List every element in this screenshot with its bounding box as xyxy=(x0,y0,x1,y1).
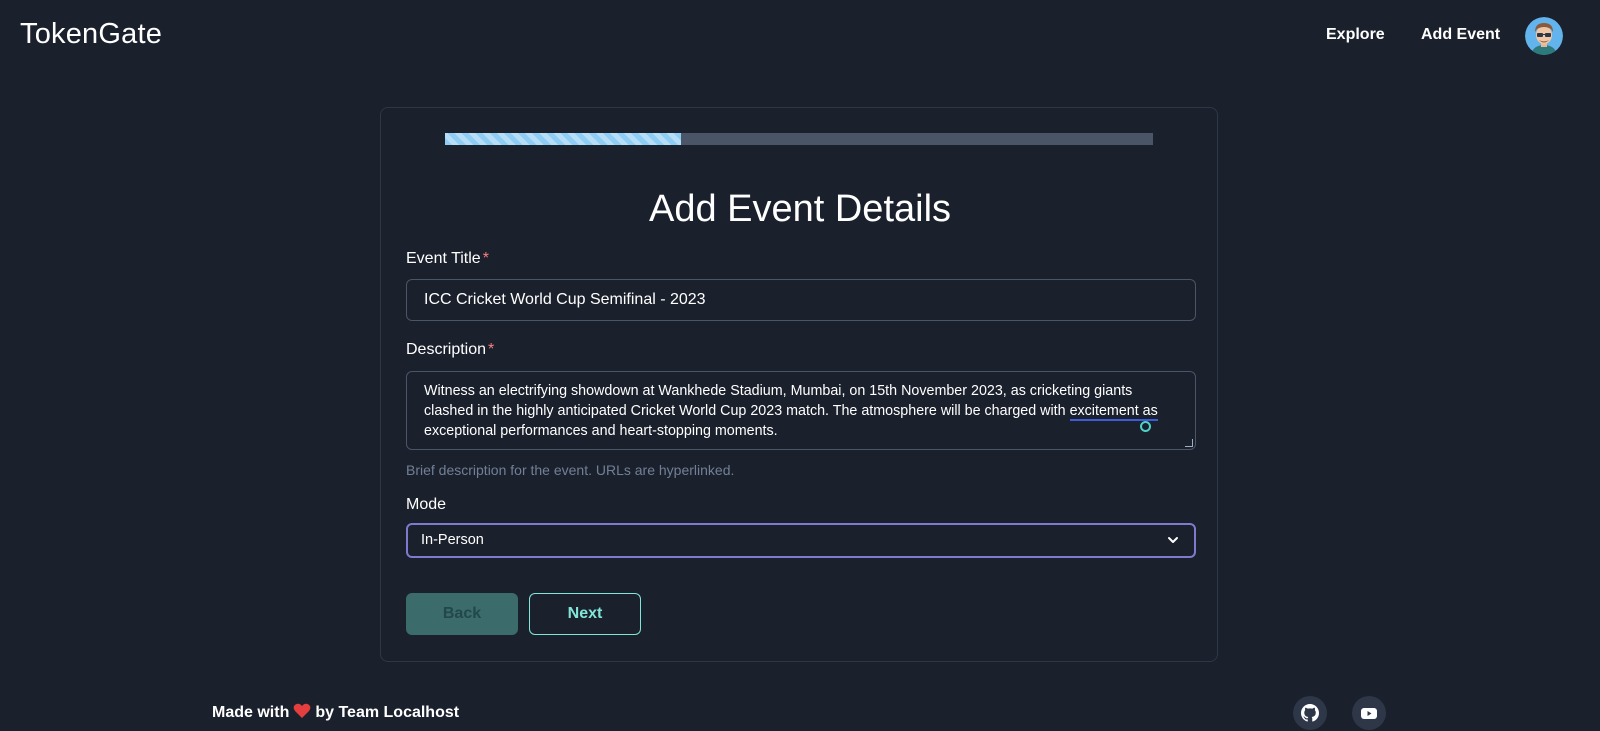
avatar-image xyxy=(1525,17,1563,55)
grammar-check-icon[interactable] xyxy=(1140,421,1151,432)
nav-explore-link[interactable]: Explore xyxy=(1326,26,1385,44)
resize-handle[interactable] xyxy=(1185,439,1193,447)
footer-team: by Team Localhost xyxy=(315,704,460,721)
step-progress-bar xyxy=(445,133,1153,145)
mode-label: Mode xyxy=(406,496,447,513)
user-avatar[interactable] xyxy=(1525,17,1563,55)
description-text-end: exceptional performances and heart-stopp… xyxy=(424,423,778,439)
next-button[interactable]: Next xyxy=(529,593,641,635)
mode-select[interactable]: In-Person xyxy=(406,523,1196,558)
required-mark: * xyxy=(488,341,495,358)
brand-logo[interactable]: TokenGate xyxy=(20,18,162,51)
mode-selected-value: In-Person xyxy=(421,532,484,548)
footer-credit: Made with by Team Localhost xyxy=(212,703,459,722)
required-mark: * xyxy=(482,250,489,267)
back-button[interactable]: Back xyxy=(406,593,518,635)
description-text-underlined: excitement as xyxy=(1069,403,1158,421)
chevron-down-icon xyxy=(1168,537,1178,543)
page-title: Add Event Details xyxy=(648,188,952,230)
description-textarea[interactable]: Witness an electrifying showdown at Wank… xyxy=(406,371,1196,450)
event-form-card: Add Event Details Event Title * ICC Crick… xyxy=(380,107,1218,662)
event-title-input[interactable]: ICC Cricket World Cup Semifinal - 2023 xyxy=(406,279,1196,321)
top-navbar: TokenGate Explore Add Event xyxy=(0,0,1600,72)
event-title-label-text: Event Title xyxy=(406,250,481,267)
step-progress-fill xyxy=(445,133,681,145)
event-title-label: Event Title * xyxy=(406,250,489,268)
github-link[interactable] xyxy=(1293,696,1327,730)
youtube-link[interactable] xyxy=(1352,696,1386,730)
heart-icon xyxy=(293,703,311,718)
footer-made-with: Made with xyxy=(212,704,290,721)
nav-add-event-link[interactable]: Add Event xyxy=(1421,26,1500,44)
description-label: Description * xyxy=(406,341,494,359)
description-label-text: Description xyxy=(406,341,487,358)
description-text: Witness an electrifying showdown at Wank… xyxy=(424,383,1133,419)
description-helper-text: Brief description for the event. URLs ar… xyxy=(406,462,735,478)
github-icon xyxy=(1301,704,1319,722)
youtube-icon xyxy=(1361,708,1377,719)
